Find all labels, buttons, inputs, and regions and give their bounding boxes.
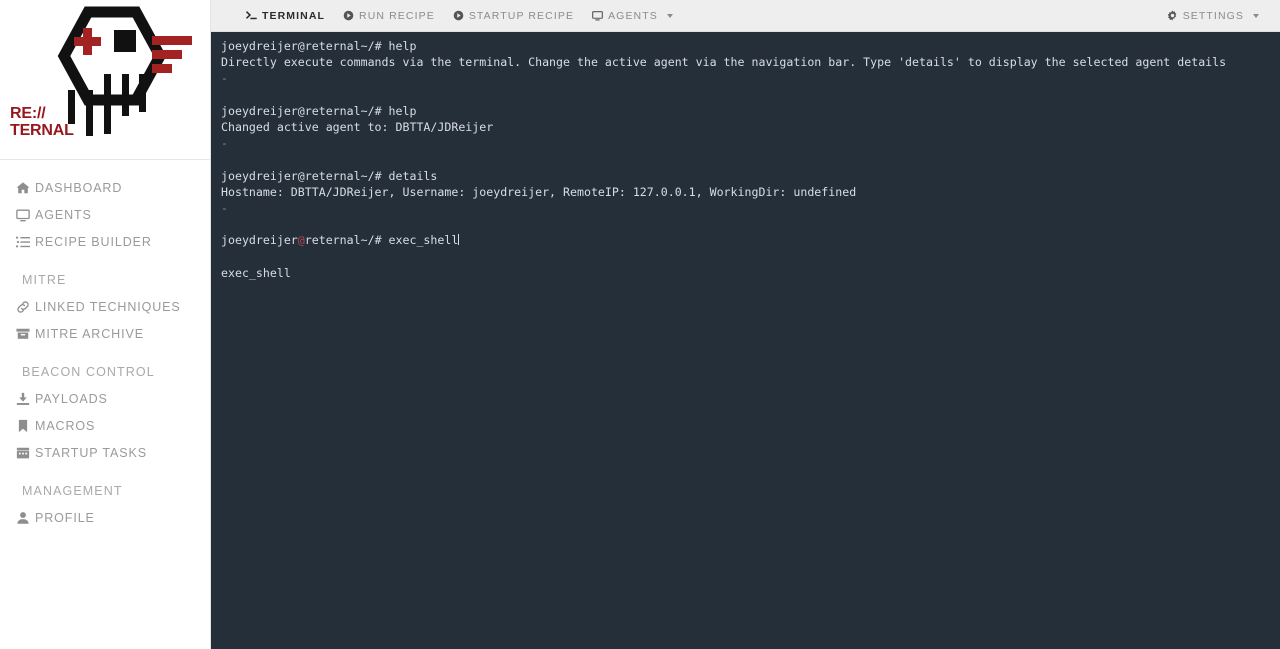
topbar-tab-run-recipe[interactable]: RUN RECIPE xyxy=(334,0,444,32)
terminal-prompt-host: reternal~/# xyxy=(304,168,382,183)
terminal-separator: - xyxy=(221,71,228,86)
terminal-prompt-at: @ xyxy=(297,103,305,118)
terminal-output-line: Directly execute commands via the termin… xyxy=(221,55,1227,70)
calendar-icon xyxy=(16,446,35,460)
terminal-prompt-user: joeydreijer xyxy=(221,103,298,118)
terminal-prompt-host: reternal~/# xyxy=(304,103,382,118)
main-panel: TERMINAL RUN RECIPE STARTUP RECIPE AGENT… xyxy=(211,0,1280,649)
link-icon xyxy=(16,300,35,314)
terminal-prompt-icon xyxy=(246,10,257,21)
sidebar-item-startup-tasks[interactable]: STARTUP TASKS xyxy=(0,439,210,466)
topbar-tab-terminal[interactable]: TERMINAL xyxy=(237,0,334,32)
brand-logo-block[interactable]: RE:// TERNAL xyxy=(0,0,210,160)
sidebar: RE:// TERNAL DASHBOARD AGENTS RECIPE BUI… xyxy=(0,0,211,649)
monitor-icon xyxy=(16,208,35,222)
terminal-separator: - xyxy=(221,136,228,151)
terminal-output-line: Changed active agent to: DBTTA/JDReijer xyxy=(221,120,494,134)
chevron-down-icon xyxy=(1253,13,1259,18)
terminal-prompt-line: joeydreijer@reternal~/# help xyxy=(221,103,1280,119)
list-icon xyxy=(16,235,35,249)
terminal-prompt-host: reternal~/# xyxy=(304,39,382,53)
terminal-output[interactable]: joeydreijer@reternal~/# help Directly exe… xyxy=(211,32,1280,649)
sidebar-item-label: STARTUP TASKS xyxy=(35,445,147,460)
sidebar-item-label: MITRE ARCHIVE xyxy=(35,326,144,341)
app-root: RE:// TERNAL DASHBOARD AGENTS RECIPE BUI… xyxy=(0,0,1280,649)
topbar-tab-label: RUN RECIPE xyxy=(359,9,435,22)
sidebar-nav: DASHBOARD AGENTS RECIPE BUILDER MITRE LI… xyxy=(0,160,210,531)
terminal-prompt-host: reternal~/# xyxy=(304,233,382,248)
topbar-tab-label: TERMINAL xyxy=(262,9,326,22)
terminal-output-line: Hostname: DBTTA/JDReijer, Username: joey… xyxy=(221,184,857,199)
sidebar-item-label: PROFILE xyxy=(35,510,95,525)
sidebar-item-label: DASHBOARD xyxy=(35,180,123,195)
terminal-prompt-line: joeydreijer@reternal~/# details xyxy=(221,168,1280,184)
brand-wordmark-line2: TERNAL xyxy=(10,122,74,139)
topbar-tab-agents[interactable]: AGENTS xyxy=(583,0,682,32)
archive-icon xyxy=(16,327,35,341)
terminal-prompt-line: joeydreijer@reternal~/# help xyxy=(221,38,1280,54)
terminal-cursor xyxy=(458,234,460,246)
sidebar-item-label: RECIPE BUILDER xyxy=(35,234,152,249)
sidebar-section-management: MANAGEMENT xyxy=(22,484,123,498)
terminal-separator: - xyxy=(221,201,228,215)
topbar-settings[interactable]: SETTINGS xyxy=(1158,0,1268,32)
bookmark-icon xyxy=(16,419,35,433)
brand-wordmark: RE:// TERNAL xyxy=(10,105,74,139)
terminal-command: help xyxy=(381,103,417,118)
download-icon xyxy=(16,392,35,406)
terminal-prompt-user: joeydreijer xyxy=(221,168,298,183)
user-icon xyxy=(16,511,35,525)
home-icon xyxy=(16,181,35,195)
play-circle-icon xyxy=(343,10,354,21)
topbar-tab-label: AGENTS xyxy=(608,9,658,22)
chevron-down-icon xyxy=(666,13,673,18)
sidebar-section-mitre: MITRE xyxy=(22,273,67,287)
sidebar-item-agents[interactable]: AGENTS xyxy=(0,201,210,228)
sidebar-item-profile[interactable]: PROFILE xyxy=(0,504,210,531)
terminal-output-line: exec_shell xyxy=(221,265,291,280)
sidebar-item-dashboard[interactable]: DASHBOARD xyxy=(0,174,210,201)
terminal-command: details xyxy=(381,168,438,183)
brand-wordmark-line1: RE:// xyxy=(10,105,46,122)
sidebar-item-mitre-archive[interactable]: MITRE ARCHIVE xyxy=(0,320,210,347)
gear-icon xyxy=(1167,10,1178,21)
terminal-command: help xyxy=(381,39,417,53)
terminal-prompt-at: @ xyxy=(297,233,305,248)
terminal-prompt-at: @ xyxy=(297,39,305,53)
sidebar-item-linked-techniques[interactable]: LINKED TECHNIQUES xyxy=(0,293,210,320)
sidebar-section-beacon-control: BEACON CONTROL xyxy=(22,365,155,379)
sidebar-item-macros[interactable]: MACROS xyxy=(0,412,210,439)
sidebar-item-payloads[interactable]: PAYLOADS xyxy=(0,385,210,412)
monitor-icon xyxy=(592,10,603,21)
sidebar-item-label: LINKED TECHNIQUES xyxy=(35,299,181,314)
play-circle-icon xyxy=(453,10,464,21)
terminal-command: exec_shell xyxy=(381,233,459,248)
sidebar-item-recipe-builder[interactable]: RECIPE BUILDER xyxy=(0,228,210,255)
terminal-prompt-user: joeydreijer xyxy=(221,233,298,248)
sidebar-item-label: AGENTS xyxy=(35,207,92,222)
terminal-prompt-at: @ xyxy=(297,168,305,183)
topbar-tab-label: STARTUP RECIPE xyxy=(468,9,575,22)
terminal-active-prompt-line: joeydreijer@reternal~/# exec_shell xyxy=(221,232,1280,248)
sidebar-item-label: PAYLOADS xyxy=(35,391,108,406)
topbar-tab-startup-recipe[interactable]: STARTUP RECIPE xyxy=(444,0,583,32)
sidebar-item-label: MACROS xyxy=(35,418,96,433)
topbar: TERMINAL RUN RECIPE STARTUP RECIPE AGENT… xyxy=(211,0,1280,32)
topbar-settings-label: SETTINGS xyxy=(1182,9,1244,22)
terminal-prompt-user: joeydreijer xyxy=(221,39,298,53)
